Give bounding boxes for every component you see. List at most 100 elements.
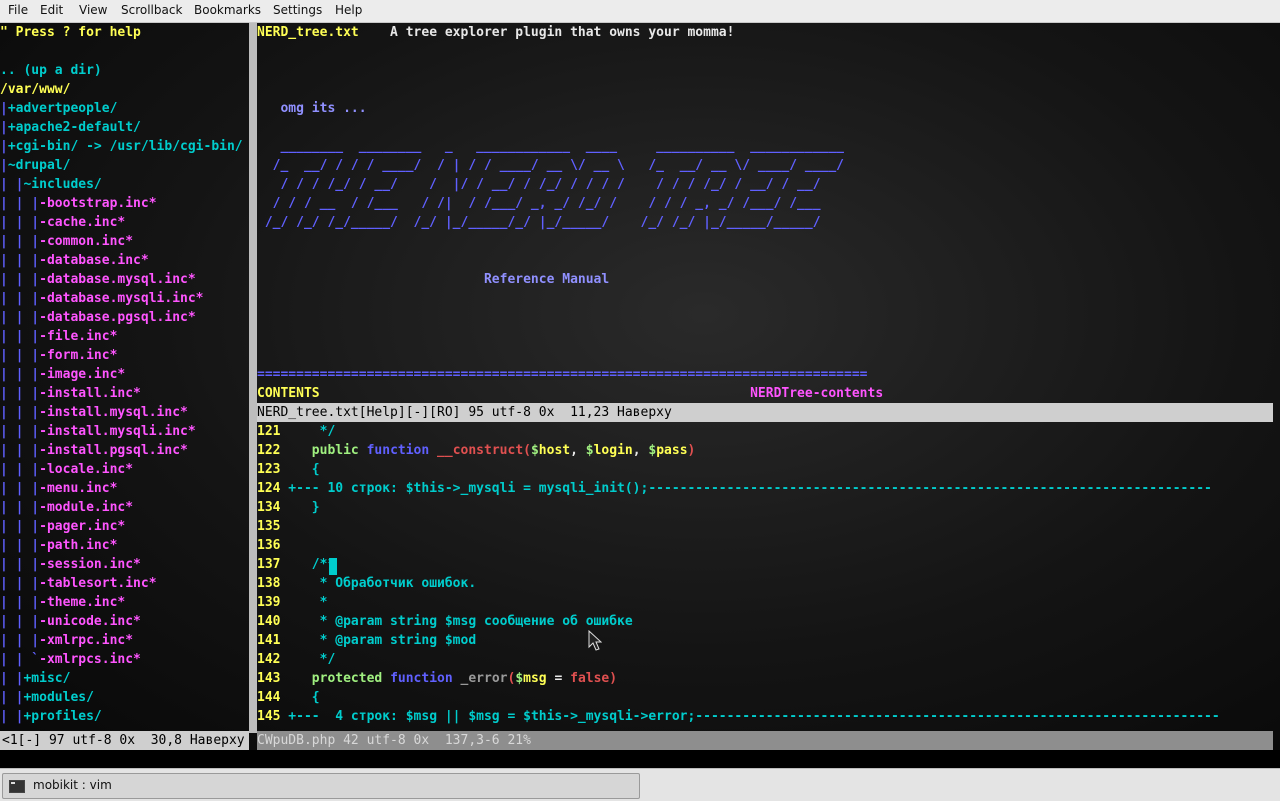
menu-item-bookmarks[interactable]: Bookmarks [194, 3, 261, 17]
tree-text: -tablesort.inc* [39, 576, 157, 591]
code-text: * [280, 595, 328, 610]
tree-text: | | [0, 177, 24, 192]
code-text: { [280, 462, 320, 477]
pane-divider[interactable] [249, 23, 257, 733]
code-text: $ [585, 443, 594, 458]
tree-text: -install.mysql.inc* [39, 405, 188, 420]
tree-line: | |+misc/ [0, 669, 70, 688]
menu-item-scrollback[interactable]: Scrollback [121, 3, 182, 17]
taskbar: mobikit : vim [0, 768, 1280, 801]
tree-line: | | |-install.inc* [0, 384, 141, 403]
tree-text: | | [0, 690, 24, 705]
code-text: ) [609, 671, 618, 686]
code-line: 142 */ [257, 650, 335, 669]
code-text: 121 [257, 424, 281, 439]
help-line: / / / /_/ / __/ / |/ / __/ / /_/ / / / /… [257, 175, 820, 194]
tree-text: /var/www/ [0, 82, 71, 97]
code-text: * Обработчик ошибок. [280, 576, 477, 591]
help-text: ________ ________ _ ____________ ____ __… [257, 139, 844, 154]
help-status-line: NERD_tree.txt[Help][-][RO] 95 utf-8 0x 1… [257, 403, 1273, 422]
tree-text: | | | [0, 291, 40, 306]
code-text: 138 [257, 576, 281, 591]
tree-text: | | | [0, 405, 40, 420]
tree-text: | | | [0, 519, 40, 534]
code-text: ( [523, 443, 531, 458]
code-text: 140 [257, 614, 281, 629]
tree-text: -module.inc* [39, 500, 134, 515]
tree-line: | | |-database.mysql.inc* [0, 270, 196, 289]
tree-line: | | |-unicode.inc* [0, 612, 141, 631]
tree-text: -session.inc* [39, 557, 141, 572]
help-pane[interactable]: NERD_tree.txt A tree explorer plugin tha… [257, 23, 1273, 403]
code-text: protected [311, 671, 383, 686]
tree-line: | | |-pager.inc* [0, 517, 125, 536]
help-text: omg its ... [257, 101, 367, 116]
tree-line: | | |-file.inc* [0, 327, 117, 346]
menu-item-view[interactable]: View [79, 3, 107, 17]
code-line: 123 { [257, 460, 320, 479]
code-text: 139 [257, 595, 281, 610]
tree-line: | | |-locale.inc* [0, 460, 133, 479]
tree-line: | | |-install.mysqli.inc* [0, 422, 196, 441]
menu-item-edit[interactable]: Edit [40, 3, 63, 17]
tree-text: -bootstrap.inc* [39, 196, 157, 211]
code-text: */ [280, 652, 336, 667]
code-pane[interactable]: 121 */122 public function __construct($h… [257, 422, 1273, 731]
menu-item-help[interactable]: Help [335, 3, 362, 17]
tree-text: ~drupal/ [7, 158, 71, 173]
help-text: CONTENTS [257, 386, 320, 401]
tree-line: | | |-session.inc* [0, 555, 141, 574]
terminal-window[interactable]: " Press ? for help .. (up a dir) /var/www/… [0, 23, 1280, 750]
tree-line: | | |-common.inc* [0, 232, 133, 251]
tree-text: -form.inc* [39, 348, 118, 363]
code-text: /** [280, 557, 336, 572]
code-text: 124 [257, 481, 281, 496]
code-text: +--- 10 строк: $this->_mysqli = mysqli_i… [280, 481, 1212, 496]
tree-text: +profiles/ [23, 709, 102, 724]
tree-text: +apache2-default/ [7, 120, 141, 135]
tree-text: | [0, 120, 8, 135]
code-text: _error [460, 671, 508, 686]
tree-line: |~drupal/ [0, 156, 70, 175]
code-line: 143 protected function _error($msg = fal… [257, 669, 617, 688]
tree-text: -install.pgsql.inc* [39, 443, 188, 458]
taskbar-task-vim[interactable]: mobikit : vim [2, 773, 640, 799]
tree-line: | | |-tablesort.inc* [0, 574, 157, 593]
code-line: 140 * @param string $msg сообщение об ош… [257, 612, 633, 631]
menu-item-settings[interactable]: Settings [273, 3, 322, 17]
tree-text: +modules/ [23, 690, 94, 705]
help-line: CONTENTS NERDTree-contents [257, 384, 883, 403]
code-line: 124 +--- 10 строк: $this->_mysqli = mysq… [257, 479, 1212, 498]
nerdtree-pane[interactable]: " Press ? for help .. (up a dir) /var/www/… [0, 23, 249, 731]
code-status-line: CWpuDB.php 42 utf-8 0x 137,3-6 21% [257, 731, 1273, 750]
help-line: ________ ________ _ ____________ ____ __… [257, 137, 844, 156]
code-text: 123 [257, 462, 281, 477]
tree-line: |+advertpeople/ [0, 99, 117, 118]
tree-text: | | [0, 671, 24, 686]
help-text: NERDTree-contents [319, 386, 884, 401]
tree-text: | | | [0, 557, 40, 572]
tree-text: | | | [0, 500, 40, 515]
menu-item-file[interactable]: File [8, 3, 28, 17]
help-line: Reference Manual [257, 270, 609, 289]
tree-text: +cgi-bin/ -> /usr/lib/cgi-bin/ [7, 139, 243, 154]
tree-text: -database.pgsql.inc* [39, 310, 196, 325]
tree-text: | | | [0, 443, 40, 458]
tree-text: | | | [0, 272, 40, 287]
help-text: ========================================… [257, 367, 868, 382]
code-text: { [280, 690, 320, 705]
tree-text: -unicode.inc* [39, 614, 141, 629]
tree-line: | | |-install.mysql.inc* [0, 403, 188, 422]
code-text: 137 [257, 557, 281, 572]
tree-text: | | | [0, 329, 40, 344]
tree-line: | | |-module.inc* [0, 498, 133, 517]
code-text: 136 [257, 538, 281, 553]
tree-text: -database.inc* [39, 253, 149, 268]
code-text: 145 [257, 709, 281, 724]
text-cursor [329, 558, 337, 575]
tree-text: | | | [0, 538, 40, 553]
code-line: 134 } [257, 498, 320, 517]
code-text: function [366, 443, 430, 458]
